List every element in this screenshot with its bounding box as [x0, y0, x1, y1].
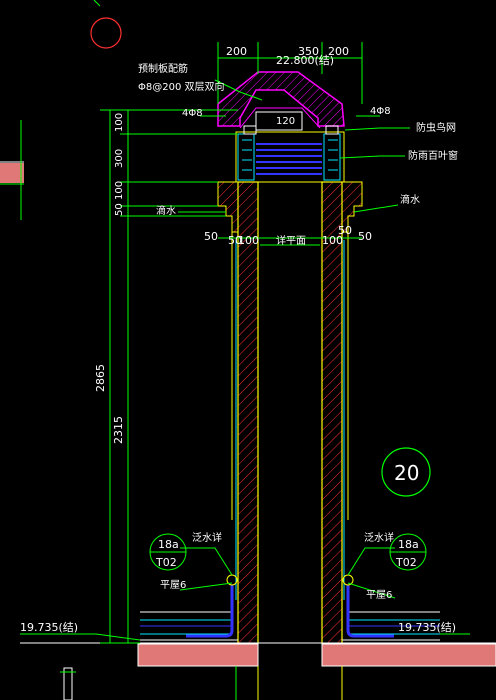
detail-number: 20 [394, 461, 419, 485]
bubble-left-bottom: T02 [155, 556, 177, 569]
dim-50-inner-right: 50 [338, 224, 352, 237]
mesh-note: 防虫鸟网 [416, 121, 456, 134]
slab-note-line2: Φ8@200 双层双向 [138, 80, 225, 93]
elev-left: 19.735(结) [20, 621, 78, 634]
bubble-right-top: 18a [398, 538, 419, 551]
drip-right: 滴水 [400, 193, 420, 206]
plan-label: 详平面 [276, 234, 306, 247]
top-dim-left: 200 [226, 45, 247, 58]
vert-dim-50: 50 [114, 203, 125, 216]
flashing-left [186, 585, 234, 638]
vert-dim-100-top: 100 [114, 113, 125, 132]
slab-label: 120 [276, 116, 295, 127]
dim-2865: 2865 [94, 364, 107, 392]
drip-left: 滴水 [156, 204, 176, 217]
roof-right-label: 平屋6 [366, 589, 392, 601]
bar-right-label: 4Φ8 [370, 106, 391, 117]
vert-dim-100: 100 [114, 181, 125, 200]
dim-50-right: 50 [358, 230, 372, 243]
elevation-top: 22.800(结) [276, 54, 334, 67]
bar-left-label: 4Φ8 [182, 108, 203, 119]
louver-blades [256, 143, 322, 175]
drain-pipe [63, 667, 73, 700]
left-edge-slab [0, 163, 24, 183]
cad-drawing-canvas: 200 350 200 22.800(结) 预制板配筋 Φ8@200 双层双向 … [0, 0, 496, 700]
bubble-left-top: 18a [158, 538, 179, 551]
louver-note: 防雨百叶窗 [408, 149, 458, 162]
dim-100-left: 100 [238, 234, 259, 247]
dim-50-left: 50 [204, 230, 218, 243]
base-slab-left [137, 643, 259, 667]
roof-left-label: 平屋6 [160, 579, 186, 591]
marker-stem [93, 0, 101, 7]
bubble-right-bottom: T02 [395, 556, 417, 569]
flashing-right-label: 泛水详 [364, 531, 394, 544]
dim-2315: 2315 [112, 416, 125, 444]
flashing-left-label: 泛水详 [192, 531, 222, 544]
slab-note-line1: 预制板配筋 [138, 62, 188, 75]
elev-right: 19.735(结) [398, 621, 456, 634]
wall-left [237, 181, 259, 645]
vert-dim-300: 300 [114, 149, 125, 168]
corbel-left [217, 181, 239, 233]
base-slab-right [321, 643, 496, 667]
partial-circle-marker [90, 17, 122, 49]
wall-right [321, 181, 343, 645]
